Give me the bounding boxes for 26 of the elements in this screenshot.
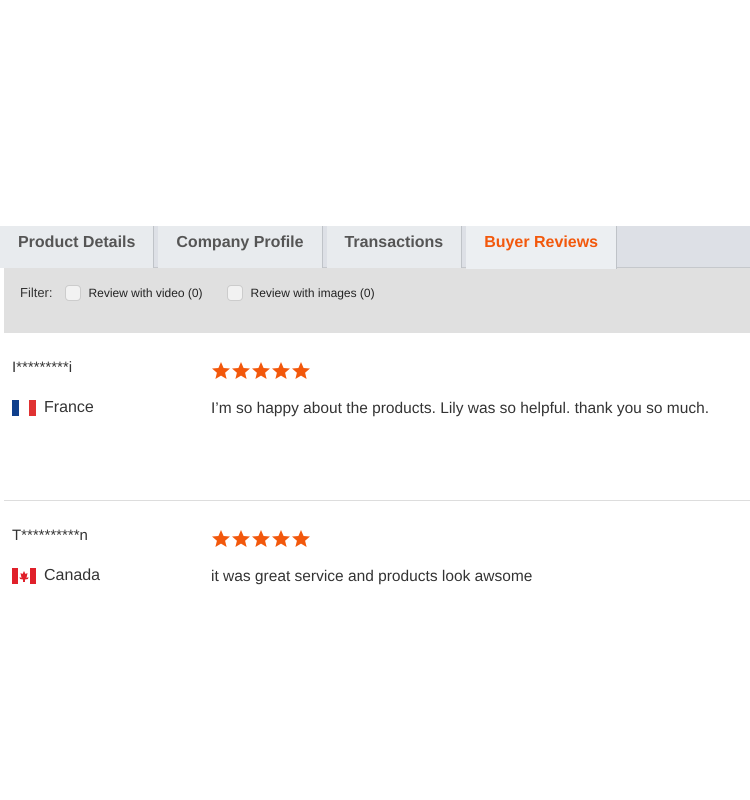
tab[interactable]: Transactions xyxy=(326,226,462,268)
star-icon xyxy=(271,361,291,381)
flag-icon xyxy=(12,568,36,584)
star-icon xyxy=(291,361,311,381)
buyer-name: I*********i xyxy=(12,358,74,378)
star-icon xyxy=(211,361,231,381)
star-icon xyxy=(251,529,271,549)
star-icon xyxy=(271,529,291,549)
star-icon xyxy=(251,361,271,381)
checkbox-label: Review with video (0) xyxy=(88,284,203,302)
checkbox-label: Review with images (0) xyxy=(250,284,375,302)
star-icon xyxy=(291,529,311,549)
tab[interactable]: Product Details xyxy=(0,226,154,268)
filter-label: Filter: xyxy=(20,284,52,302)
review-text: it was great service and products look awsome xyxy=(211,567,532,587)
checkbox[interactable] xyxy=(226,284,243,300)
star-icon xyxy=(231,529,251,549)
checkbox[interactable] xyxy=(64,284,80,300)
country-name: France xyxy=(44,398,94,418)
buyer-name: T**********n xyxy=(12,526,89,546)
star-icon xyxy=(211,529,231,549)
star-icon xyxy=(231,361,251,381)
tab[interactable]: Company Profile xyxy=(158,226,322,268)
country-name: Canada xyxy=(44,566,100,586)
flag-icon xyxy=(12,400,36,416)
review-text: I’m so happy about the products. Lily was so helpful. thank you so much. xyxy=(211,399,709,419)
